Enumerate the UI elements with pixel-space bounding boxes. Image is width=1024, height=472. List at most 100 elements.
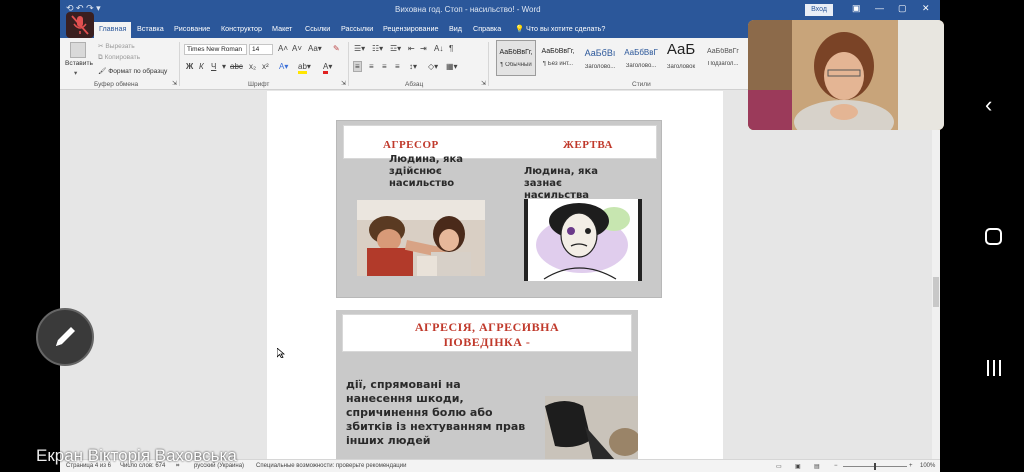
line-spacing-icon[interactable]: ↕▾	[409, 62, 417, 71]
copy-button[interactable]: ⧉ Копировать	[98, 54, 140, 62]
tab-help[interactable]: Справка	[473, 24, 501, 33]
sort-icon[interactable]: A↓	[434, 44, 443, 53]
tab-layout[interactable]: Макет	[272, 24, 292, 33]
ribbon-display-icon[interactable]: ▣	[852, 3, 861, 14]
style-sample: АаБбВвГ	[624, 48, 658, 57]
grow-font-icon[interactable]: A˄	[278, 44, 288, 53]
style-title[interactable]: АаБ Заголовок	[661, 40, 701, 76]
style-sample: АаБбВвГг	[707, 48, 739, 55]
close-icon[interactable]: ✕	[922, 3, 930, 14]
superscript-icon[interactable]: x²	[262, 62, 269, 71]
tab-references[interactable]: Ссылки	[305, 24, 330, 33]
scissors-icon: ✂	[98, 43, 104, 50]
aggression-title-line1: АГРЕСІЯ, АГРЕСИВНА	[414, 320, 560, 334]
format-painter-button[interactable]: 🖌 Формат по образцу	[98, 67, 167, 75]
divider	[488, 42, 489, 86]
borders-icon[interactable]: ▦▾	[446, 62, 458, 71]
zoom-in-icon[interactable]: +	[909, 463, 913, 469]
aggression-title-line2: ПОВЕДІНКА -	[443, 335, 531, 349]
paste-dropdown-icon[interactable]: ▾	[74, 69, 77, 77]
aggressor-photo	[357, 200, 485, 276]
mic-muted-indicator[interactable]	[66, 12, 94, 38]
decrease-indent-icon[interactable]: ⇤	[408, 44, 415, 53]
increase-indent-icon[interactable]: ⇥	[420, 44, 427, 53]
screen-share-stage: ⟲ ↶ ↷ ▾ Виховна год. Стоп - насильство! …	[0, 0, 1024, 472]
justify-icon[interactable]: ≡	[395, 62, 400, 71]
font-launcher-icon[interactable]: ⇲	[341, 80, 346, 87]
cut-button[interactable]: ✂ Вырезать	[98, 42, 135, 50]
styles-group-label: Стили	[632, 81, 651, 88]
clipboard-group-label: Буфер обмена	[94, 81, 139, 88]
zoom-out-icon[interactable]: −	[834, 463, 838, 469]
back-nav-icon[interactable]: ‹	[985, 92, 992, 118]
participant-video[interactable]	[748, 20, 944, 130]
tab-insert[interactable]: Вставка	[137, 24, 164, 33]
text-line: інших людей	[346, 434, 431, 447]
print-layout-icon[interactable]: ▣	[795, 463, 801, 470]
underline-dropdown-icon[interactable]: ▾	[222, 62, 226, 71]
annotation-pen-button[interactable]	[36, 308, 94, 366]
brush-icon: 🖌	[98, 68, 107, 75]
italic-icon[interactable]: К	[199, 62, 204, 71]
numbering-icon[interactable]: ☷▾	[372, 44, 383, 53]
font-size-select[interactable]: 14	[249, 44, 273, 55]
paragraph-launcher-icon[interactable]: ⇲	[481, 80, 486, 87]
tell-me-search[interactable]: 💡 Что вы хотите сделать?	[515, 24, 605, 33]
web-layout-icon[interactable]: ▤	[814, 463, 820, 470]
accessibility-checker[interactable]: Специальные возможности: проверьте реком…	[256, 463, 406, 469]
tab-draw[interactable]: Рисование	[174, 24, 210, 33]
zoom-slider-thumb[interactable]	[874, 463, 876, 470]
paste-icon[interactable]	[70, 42, 86, 58]
font-color-icon[interactable]: A▾	[323, 62, 332, 74]
document-area[interactable]: АГРЕСОР ЖЕРТВА Людина, яка здійснює наси…	[60, 91, 940, 459]
underline-icon[interactable]: Ч	[211, 62, 216, 71]
home-nav-icon[interactable]	[985, 228, 1002, 245]
style-no-spacing[interactable]: АаБбВвГг, ¶ Без инт...	[538, 40, 578, 76]
zoom-level[interactable]: 100%	[920, 463, 935, 469]
scrollbar-thumb[interactable]	[933, 277, 939, 307]
slide-aggressor-victim: АГРЕСОР ЖЕРТВА Людина, яка здійснює наси…	[336, 120, 662, 298]
paste-button[interactable]: Вставить	[65, 60, 93, 67]
clear-formatting-icon[interactable]: ✎	[333, 44, 340, 53]
change-case-icon[interactable]: Aa▾	[308, 44, 322, 53]
clipboard-launcher-icon[interactable]: ⇲	[172, 80, 177, 87]
bullets-icon[interactable]: ☰▾	[354, 44, 365, 53]
read-mode-icon[interactable]: ▭	[776, 463, 782, 470]
multilevel-list-icon[interactable]: ☲▾	[390, 44, 401, 53]
bold-icon[interactable]: Ж	[186, 62, 193, 71]
align-center-icon[interactable]: ≡	[369, 62, 374, 71]
strikethrough-icon[interactable]: abc	[230, 62, 243, 71]
text-effects-icon[interactable]: A▾	[279, 62, 288, 71]
style-normal[interactable]: АаБбВвГг, ¶ Обычный	[496, 40, 536, 76]
align-left-icon[interactable]: ≡	[353, 61, 362, 72]
lightbulb-icon: 💡	[515, 24, 524, 33]
tab-home[interactable]: Главная	[94, 22, 132, 38]
shading-icon[interactable]: ◇▾	[428, 62, 438, 71]
style-name: ¶ Без инт...	[542, 61, 574, 67]
pilcrow-icon[interactable]: ¶	[449, 44, 453, 53]
style-sample: АаБбВвГг,	[541, 48, 575, 55]
style-heading-1[interactable]: АаБбВı Заголово...	[580, 40, 620, 76]
subscript-icon[interactable]: x₂	[249, 62, 256, 71]
document-page[interactable]: АГРЕСОР ЖЕРТВА Людина, яка здійснює наси…	[267, 91, 723, 459]
pencil-icon	[56, 327, 75, 346]
aggressor-definition: Людина, яка здійснює насильство	[389, 154, 463, 190]
tab-design[interactable]: Конструктор	[221, 24, 262, 33]
minimize-icon[interactable]: —	[875, 3, 884, 13]
mouse-cursor-icon	[277, 348, 285, 358]
style-sample: АаБ	[666, 41, 696, 58]
style-heading-2[interactable]: АаБбВвГ Заголово...	[621, 40, 661, 76]
style-subtitle[interactable]: АаБбВвГг Подзагол...	[703, 40, 743, 76]
recents-nav-icon[interactable]	[986, 360, 1002, 376]
tab-view[interactable]: Вид	[449, 24, 462, 33]
shrink-font-icon[interactable]: A˅	[292, 44, 302, 53]
vertical-scrollbar[interactable]	[932, 91, 940, 459]
sign-in-button[interactable]: Вход	[805, 4, 833, 16]
screen-share-caption: Екран Вікторія Ваховська	[36, 446, 237, 465]
maximize-icon[interactable]: ▢	[898, 3, 907, 14]
tab-review[interactable]: Рецензирование	[383, 24, 439, 33]
font-name-select[interactable]: Times New Roman	[184, 44, 247, 55]
align-right-icon[interactable]: ≡	[382, 62, 387, 71]
tab-mailings[interactable]: Рассылки	[341, 24, 373, 33]
highlight-icon[interactable]: ab▾	[298, 62, 311, 74]
